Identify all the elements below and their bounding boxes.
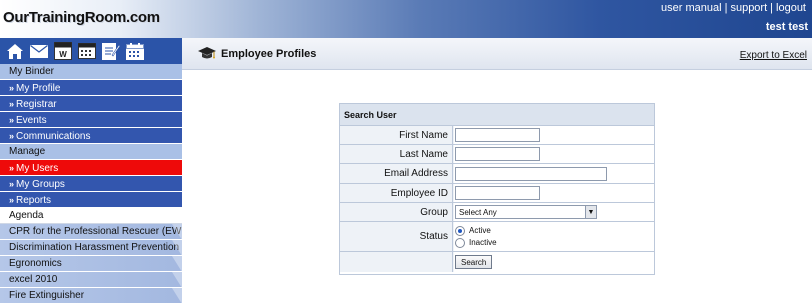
sidebar-section-manage[interactable]: Manage [0, 144, 182, 160]
employee-id-row: Employee ID [340, 184, 654, 203]
top-links: user manual | support | logout [661, 2, 806, 14]
sidebar-item-label: My Groups [16, 179, 65, 190]
email-input[interactable] [455, 166, 607, 181]
status-option-inactive[interactable]: Inactive [455, 237, 497, 248]
search-button[interactable]: Search [455, 255, 493, 269]
dropdown-arrow-icon: ▼ [585, 206, 596, 218]
double-chevron-icon: » [9, 163, 14, 173]
group-select[interactable]: Select Any ▼ [455, 205, 597, 219]
diy-icon[interactable]: W [54, 42, 72, 60]
sidebar-item-registrar[interactable]: » Registrar [0, 96, 182, 112]
employee-id-input[interactable] [455, 186, 540, 200]
first-name-input[interactable] [455, 128, 540, 142]
email-row: Email Address [340, 164, 654, 184]
sidebar-course-item[interactable]: Egronomics [0, 256, 182, 272]
button-row: Search [340, 252, 654, 272]
sidebar-section-my-binder[interactable]: My Binder [0, 64, 182, 80]
double-chevron-icon: » [9, 195, 14, 205]
last-name-input[interactable] [455, 147, 540, 161]
group-select-value: Select Any [459, 207, 497, 217]
sidebar-item-reports[interactable]: » Reports [0, 192, 182, 208]
page-header: Employee Profiles Export to Excel [182, 38, 812, 70]
sidebar-item-label: Communications [16, 131, 91, 142]
group-label: Group [340, 203, 453, 221]
sidebar-item-label: My Profile [16, 83, 61, 94]
export-to-excel-link[interactable]: Export to Excel [740, 50, 807, 61]
calendar-icon[interactable] [126, 42, 144, 60]
logout-link[interactable]: logout [776, 2, 806, 14]
radio-label: Active [469, 226, 491, 235]
site-logo[interactable]: OurTrainingRoom.com [3, 9, 160, 26]
group-row: Group Select Any ▼ [340, 203, 654, 222]
sidebar-item-label: Events [16, 115, 47, 126]
icon-toolbar: W [0, 38, 182, 64]
sidebar-item-communications[interactable]: » Communications [0, 128, 182, 144]
support-link[interactable]: support [730, 2, 767, 14]
sidebar-course-item[interactable]: excel 2010 [0, 272, 182, 288]
edit-icon[interactable] [102, 42, 120, 60]
double-chevron-icon: » [9, 83, 14, 93]
status-option-active[interactable]: Active [455, 225, 497, 236]
email-label: Email Address [340, 164, 453, 183]
form-title: Search User [340, 104, 654, 126]
link-separator: | [770, 2, 774, 14]
user-manual-link[interactable]: user manual [661, 2, 722, 14]
first-name-label: First Name [340, 126, 453, 144]
radio-active[interactable] [455, 225, 465, 236]
radio-inactive[interactable] [455, 237, 465, 248]
app-header: OurTrainingRoom.com user manual | support |… [0, 0, 812, 38]
search-user-form: Search User First Name Last Name Email A… [339, 103, 655, 275]
sidebar-course-item[interactable]: Fire Extinguisher [0, 288, 182, 304]
status-radio-group: Active Inactive [455, 225, 497, 248]
sidebar-item-my-groups[interactable]: » My Groups [0, 176, 182, 192]
sidebar: My Binder » My Profile » Registrar » Events… [0, 64, 182, 305]
last-name-row: Last Name [340, 145, 654, 164]
home-icon[interactable] [6, 42, 24, 60]
employee-id-label: Employee ID [340, 184, 453, 202]
sidebar-course-item[interactable]: Discrimination Harassment Prevention [0, 240, 182, 256]
last-name-label: Last Name [340, 145, 453, 163]
sidebar-course-item[interactable]: CPR for the Professional Rescuer (EWEMS) [0, 224, 182, 240]
sidebar-item-events[interactable]: » Events [0, 112, 182, 128]
status-row: Status Active Inactive [340, 222, 654, 252]
status-label: Status [340, 222, 453, 251]
double-chevron-icon: » [9, 179, 14, 189]
sidebar-item-label: Registrar [16, 99, 57, 110]
radio-label: Inactive [469, 238, 497, 247]
sidebar-item-agenda[interactable]: Agenda [0, 208, 182, 224]
double-chevron-icon: » [9, 99, 14, 109]
graduation-cap-icon [198, 46, 216, 67]
double-chevron-icon: » [9, 115, 14, 125]
sidebar-item-my-profile[interactable]: » My Profile [0, 80, 182, 96]
svg-text:W: W [59, 50, 67, 59]
first-name-row: First Name [340, 126, 654, 145]
current-user: test test [765, 21, 808, 33]
dvd-icon[interactable] [78, 42, 96, 60]
sidebar-item-label: My Users [16, 163, 59, 174]
sidebar-item-label: Reports [16, 195, 52, 206]
mail-icon[interactable] [30, 42, 48, 60]
double-chevron-icon: » [9, 131, 14, 141]
page-title: Employee Profiles [221, 48, 317, 60]
sidebar-item-my-users[interactable]: » My Users [0, 160, 182, 176]
